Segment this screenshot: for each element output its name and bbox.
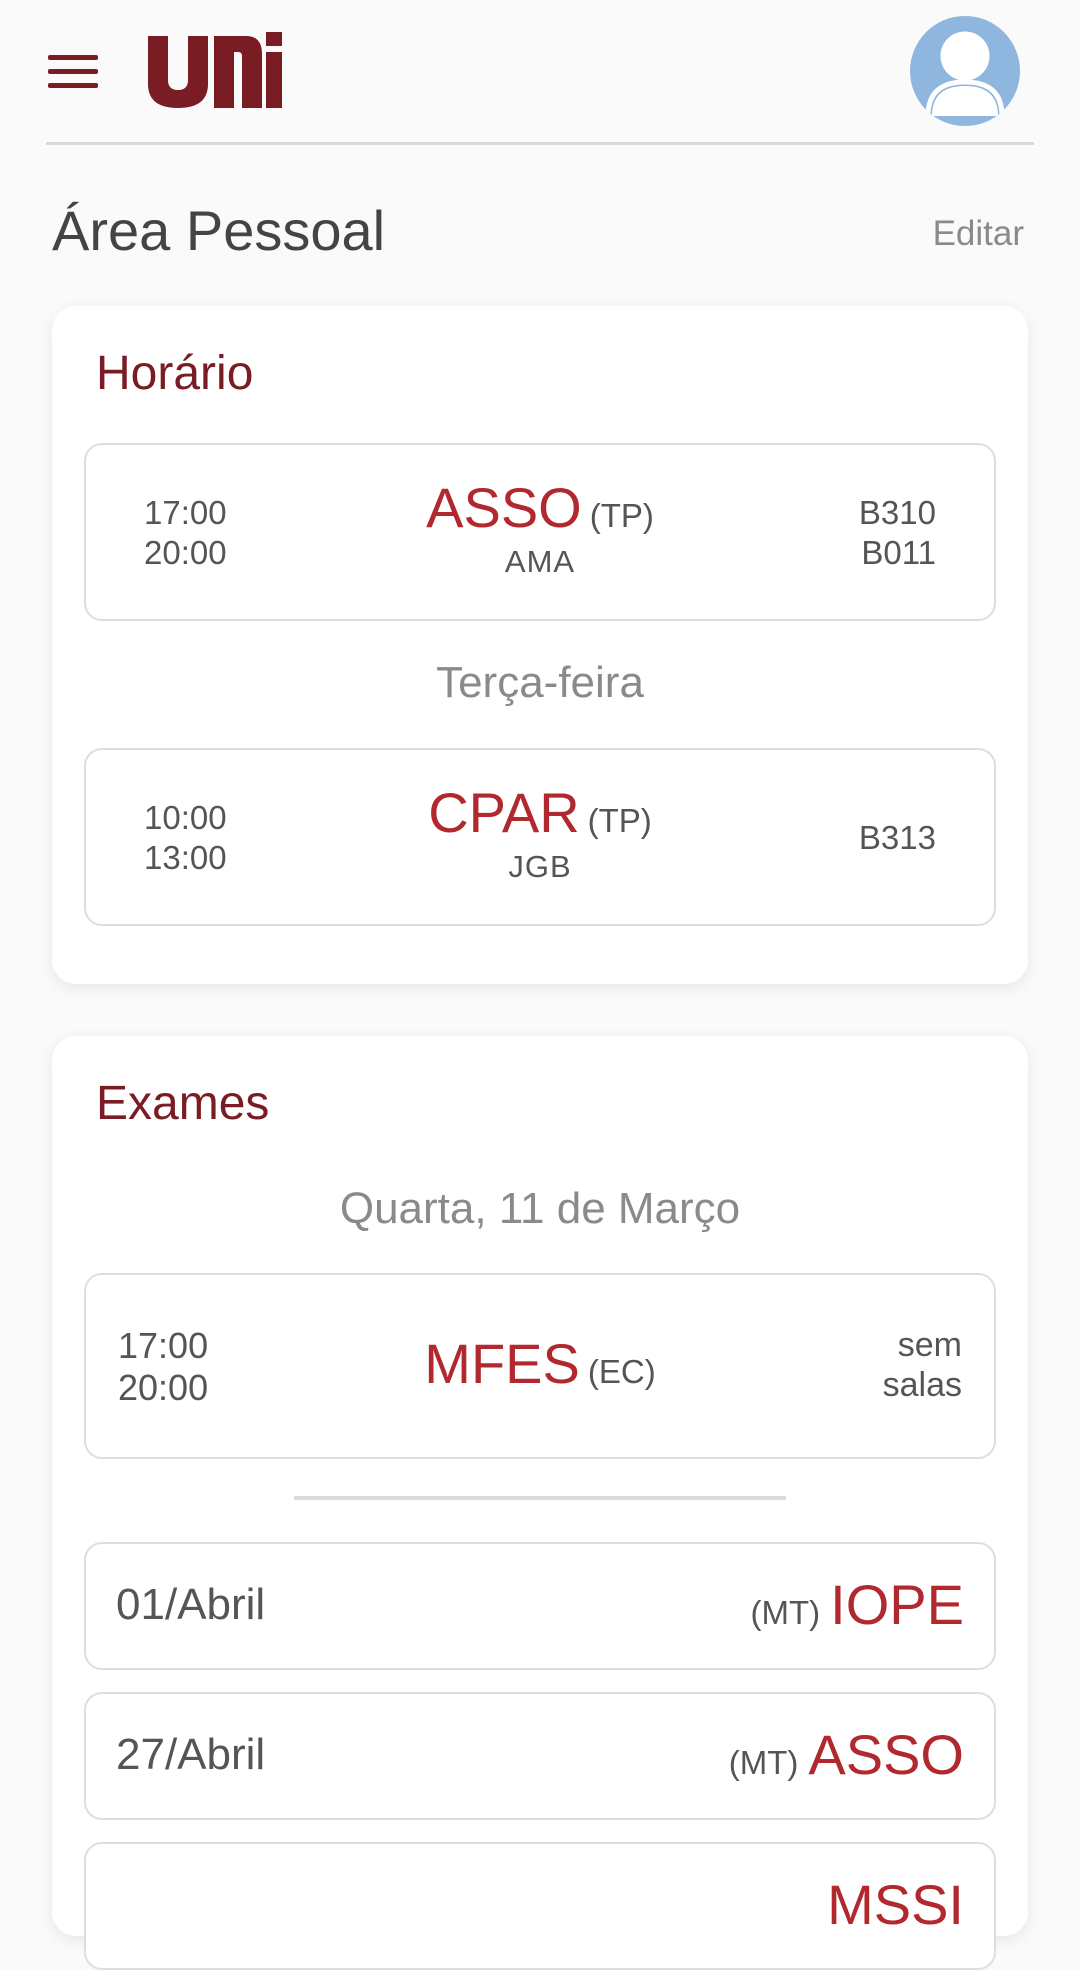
subject-code: MSSI <box>827 1873 964 1936</box>
edit-button[interactable]: Editar <box>933 214 1024 254</box>
subject-code: CPAR <box>428 781 580 844</box>
class-rooms: B310 B011 <box>859 493 936 573</box>
hamburger-menu-icon[interactable] <box>48 52 98 92</box>
teacher-code: AMA <box>504 544 576 579</box>
exam-info: MFES (EC) <box>86 1331 994 1396</box>
exam-subject: (MT) ASSO <box>729 1722 964 1787</box>
header-divider <box>46 142 1034 145</box>
exam-rooms: sem salas <box>883 1325 962 1405</box>
room-line: sem <box>897 1326 962 1364</box>
exam-type: (EC) <box>587 1353 656 1390</box>
class-type: (TP) <box>587 802 652 839</box>
exam-date: 27/Abril <box>116 1730 266 1779</box>
section-divider <box>294 1496 786 1500</box>
room: B011 <box>861 534 936 571</box>
class-info: ASSO (TP) AMA <box>86 475 994 580</box>
schedule-entry[interactable]: 17:00 20:00 ASSO (TP) AMA B310 B011 <box>84 443 996 621</box>
exam-list-item[interactable]: 27/Abril (MT) ASSO <box>84 1692 996 1820</box>
schedule-card: Horário 17:00 20:00 ASSO (TP) AMA B310 B0… <box>52 306 1028 984</box>
teacher-code: JGB <box>508 849 572 884</box>
subject-code: ASSO <box>426 476 582 539</box>
subject-code: IOPE <box>830 1573 964 1636</box>
exam-date-label: Quarta, 11 de Março <box>339 1184 741 1233</box>
app-header <box>0 0 1080 148</box>
exam-type: (MT) <box>750 1594 821 1631</box>
page-title: Área Pessoal <box>52 199 386 262</box>
class-info: CPAR (TP) JGB <box>86 780 994 885</box>
subject-code: ASSO <box>808 1723 964 1786</box>
exams-card: Exames Quarta, 11 de Março 17:00 20:00 M… <box>52 1036 1028 1970</box>
day-label: Terça-feira <box>436 658 644 707</box>
room: B313 <box>858 819 936 856</box>
room: B310 <box>858 494 936 531</box>
exam-date: 01/Abril <box>116 1580 266 1629</box>
class-rooms: B313 <box>859 818 936 858</box>
exam-type: (MT) <box>728 1744 799 1781</box>
schedule-title: Horário <box>96 347 254 400</box>
exam-list-item[interactable]: 01/Abril (MT) IOPE <box>84 1542 996 1670</box>
room-line: salas <box>882 1366 962 1404</box>
subject-code: MFES <box>424 1332 580 1395</box>
exam-entry[interactable]: 17:00 20:00 MFES (EC) sem salas <box>84 1273 996 1459</box>
class-type: (TP) <box>589 497 654 534</box>
exam-list-item[interactable]: MSSI <box>84 1842 996 1970</box>
exam-subject: (MT) IOPE <box>751 1572 964 1637</box>
uni-logo <box>148 32 282 108</box>
exam-subject: MSSI <box>817 1872 964 1937</box>
exams-title: Exames <box>96 1077 270 1130</box>
user-avatar-icon[interactable] <box>910 16 1020 126</box>
schedule-entry[interactable]: 10:00 13:00 CPAR (TP) JGB B313 <box>84 748 996 926</box>
